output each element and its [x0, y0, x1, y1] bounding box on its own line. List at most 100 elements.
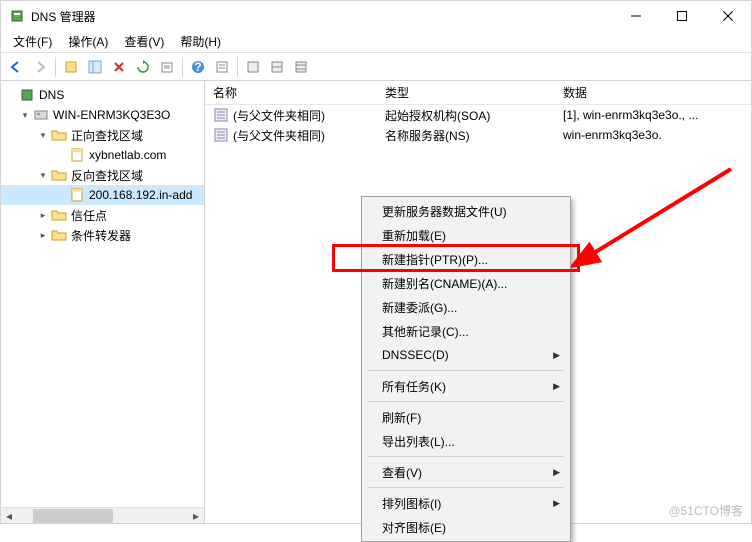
refresh-button[interactable] [132, 56, 154, 78]
back-button[interactable] [5, 56, 27, 78]
ctx-dnssec[interactable]: DNSSEC(D)▶ [364, 343, 568, 367]
tree-server[interactable]: ▾ WIN-ENRM3KQ3E3O [1, 105, 204, 125]
properties-button[interactable] [211, 56, 233, 78]
ctx-all-tasks[interactable]: 所有任务(K)▶ [364, 374, 568, 398]
tree-label: 正向查找区域 [71, 127, 143, 144]
new-button[interactable] [60, 56, 82, 78]
svg-text:?: ? [194, 60, 201, 74]
chevron-down-icon[interactable]: ▾ [19, 109, 31, 121]
scroll-left-icon[interactable]: ◂ [1, 508, 17, 524]
tree-pane: DNS ▾ WIN-ENRM3KQ3E3O ▾ 正向查找区域 xybnetlab… [1, 81, 205, 523]
filter1-button[interactable] [242, 56, 264, 78]
chevron-right-icon[interactable]: ▸ [37, 209, 49, 221]
filter3-button[interactable] [290, 56, 312, 78]
ctx-view[interactable]: 查看(V)▶ [364, 460, 568, 484]
record-icon [213, 127, 229, 143]
ctx-export-list[interactable]: 导出列表(L)... [364, 429, 568, 453]
zone-file-icon [69, 147, 85, 163]
forward-button[interactable] [29, 56, 51, 78]
chevron-right-icon: ▶ [553, 381, 560, 392]
col-name[interactable]: 名称 [205, 84, 377, 101]
menu-help[interactable]: 帮助(H) [172, 31, 229, 52]
tree-rev-entry[interactable]: 200.168.192.in-add [1, 185, 204, 205]
twisty-icon [55, 189, 67, 201]
list-row[interactable]: (与父文件夹相同) 名称服务器(NS) win-enrm3kq3e3o. [205, 125, 751, 145]
cell-name: (与父文件夹相同) [233, 107, 325, 124]
ctx-new-ptr[interactable]: 新建指针(PTR)(P)... [364, 247, 568, 271]
folder-icon [51, 127, 67, 143]
chevron-right-icon: ▶ [553, 467, 560, 478]
tree-root-dns[interactable]: DNS [1, 85, 204, 105]
menu-view[interactable]: 查看(V) [116, 31, 172, 52]
record-icon [213, 107, 229, 123]
dns-root-icon [19, 87, 35, 103]
tree-label: xybnetlab.com [89, 148, 166, 162]
tree-cond[interactable]: ▸ 条件转发器 [1, 225, 204, 245]
menu-file[interactable]: 文件(F) [5, 31, 60, 52]
folder-icon [51, 227, 67, 243]
scroll-thumb[interactable] [33, 509, 113, 523]
close-button[interactable] [705, 1, 751, 31]
folder-icon [51, 167, 67, 183]
chevron-right-icon[interactable]: ▸ [37, 229, 49, 241]
tree-rev-zone[interactable]: ▾ 反向查找区域 [1, 165, 204, 185]
tree-label: 反向查找区域 [71, 167, 143, 184]
server-icon [33, 107, 49, 123]
dns-app-icon [9, 8, 25, 24]
filter2-button[interactable] [266, 56, 288, 78]
export-button[interactable] [156, 56, 178, 78]
window-title: DNS 管理器 [31, 8, 613, 25]
list-row[interactable]: (与父文件夹相同) 起始授权机构(SOA) [1], win-enrm3kq3e… [205, 105, 751, 125]
maximize-button[interactable] [659, 1, 705, 31]
separator [368, 370, 564, 371]
tree-label: 200.168.192.in-add [89, 188, 192, 202]
cell-name: (与父文件夹相同) [233, 127, 325, 144]
ctx-update-server-data[interactable]: 更新服务器数据文件(U) [364, 199, 568, 223]
ctx-new-cname[interactable]: 新建别名(CNAME)(A)... [364, 271, 568, 295]
folder-icon [51, 207, 67, 223]
chevron-right-icon: ▶ [553, 498, 560, 509]
tree-fwd-zone[interactable]: ▾ 正向查找区域 [1, 125, 204, 145]
tree-label: WIN-ENRM3KQ3E3O [53, 108, 170, 122]
ctx-arrange-icons[interactable]: 排列图标(I)▶ [364, 491, 568, 515]
toolbar: ? [1, 53, 751, 81]
tree-button[interactable] [84, 56, 106, 78]
menu-action[interactable]: 操作(A) [60, 31, 116, 52]
twisty-icon [5, 89, 17, 101]
ctx-align-icons[interactable]: 对齐图标(E) [364, 515, 568, 539]
cell-data: win-enrm3kq3e3o. [555, 128, 751, 142]
chevron-down-icon[interactable]: ▾ [37, 129, 49, 141]
separator [368, 456, 564, 457]
minimize-button[interactable] [613, 1, 659, 31]
tree-label: DNS [39, 88, 64, 102]
ctx-other-record[interactable]: 其他新记录(C)... [364, 319, 568, 343]
tree-label: 信任点 [71, 207, 107, 224]
tree-hscrollbar[interactable]: ◂ ▸ [1, 507, 204, 523]
list-rows: (与父文件夹相同) 起始授权机构(SOA) [1], win-enrm3kq3e… [205, 105, 751, 145]
separator [237, 57, 238, 77]
tree-fwd-domain[interactable]: xybnetlab.com [1, 145, 204, 165]
titlebar: DNS 管理器 [1, 1, 751, 31]
cell-type: 名称服务器(NS) [377, 127, 555, 144]
chevron-down-icon[interactable]: ▾ [37, 169, 49, 181]
separator [368, 487, 564, 488]
col-data[interactable]: 数据 [555, 84, 751, 101]
cell-type: 起始授权机构(SOA) [377, 107, 555, 124]
window-buttons [613, 1, 751, 31]
dns-manager-window: DNS 管理器 文件(F) 操作(A) 查看(V) 帮助(H) ? [0, 0, 752, 524]
zone-file-icon [69, 187, 85, 203]
chevron-right-icon: ▶ [553, 350, 560, 361]
ctx-reload[interactable]: 重新加载(E) [364, 223, 568, 247]
list-header: 名称 类型 数据 [205, 81, 751, 105]
separator [182, 57, 183, 77]
delete-button[interactable] [108, 56, 130, 78]
ctx-new-delegation[interactable]: 新建委派(G)... [364, 295, 568, 319]
scroll-right-icon[interactable]: ▸ [188, 508, 204, 524]
help-button[interactable]: ? [187, 56, 209, 78]
ctx-refresh[interactable]: 刷新(F) [364, 405, 568, 429]
twisty-icon [55, 149, 67, 161]
tree-label: 条件转发器 [71, 227, 131, 244]
tree-trust[interactable]: ▸ 信任点 [1, 205, 204, 225]
col-type[interactable]: 类型 [377, 84, 555, 101]
cell-data: [1], win-enrm3kq3e3o., ... [555, 108, 751, 122]
